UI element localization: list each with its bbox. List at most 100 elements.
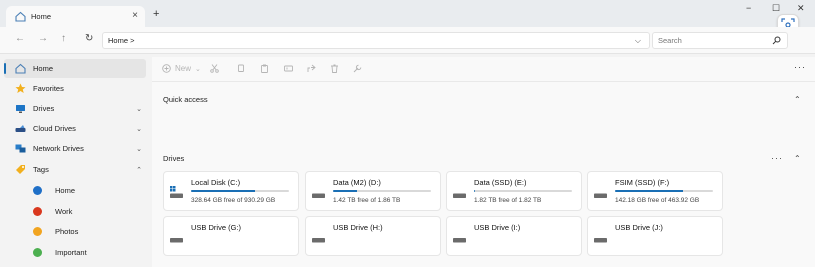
hard-drive-icon <box>594 193 607 198</box>
sidebar-item-home[interactable]: Home <box>4 59 146 78</box>
tag-color-dot <box>33 186 42 195</box>
tag-color-dot <box>33 227 42 236</box>
title-bar: Home × + − ☐ ✕ <box>0 0 815 27</box>
sidebar-tag-work[interactable]: Work <box>4 202 146 221</box>
drive-card-c[interactable]: Local Disk (C:) 328.64 GB free of 930.29… <box>163 171 299 211</box>
selection-indicator <box>4 63 6 74</box>
tag-label: Work <box>55 207 73 216</box>
trash-icon <box>331 64 338 73</box>
drive-card-g[interactable]: USB Drive (G:) <box>163 216 299 256</box>
sidebar-tag-photos[interactable]: Photos <box>4 222 146 241</box>
plus-circle-icon <box>162 64 171 73</box>
drive-usage-fill <box>333 190 357 192</box>
drive-usage-fill <box>191 190 255 192</box>
windows-drive-icon <box>170 186 183 198</box>
drive-card-h[interactable]: USB Drive (H:) <box>305 216 441 256</box>
tab-home[interactable]: Home × <box>6 6 145 27</box>
properties-button[interactable] <box>353 64 362 73</box>
cut-button[interactable] <box>210 64 219 73</box>
share-icon <box>307 64 316 72</box>
drive-name: FSIM (SSD) (F:) <box>615 178 670 187</box>
sidebar-item-cloud-drives[interactable]: Cloud Drives ⌄ <box>4 119 146 138</box>
paste-button[interactable] <box>260 64 269 73</box>
home-icon <box>15 63 26 74</box>
drive-card-d[interactable]: Data (M2) (D:) 1.42 TB free of 1.86 TB <box>305 171 441 211</box>
usb-drive-icon <box>312 238 325 243</box>
path-input[interactable]: Home > ⌵ <box>102 32 650 49</box>
close-window-button[interactable]: ✕ <box>797 3 805 14</box>
hard-drive-icon <box>312 193 325 198</box>
search-input[interactable]: Search <box>652 32 788 49</box>
more-options-button[interactable]: ··· <box>794 62 806 72</box>
drive-free-space: 142.18 GB free of 463.92 GB <box>615 197 700 204</box>
drive-card-e[interactable]: Data (SSD) (E:) 1.82 TB free of 1.82 TB <box>446 171 582 211</box>
tag-label: Home <box>55 186 76 195</box>
search-placeholder: Search <box>658 36 682 45</box>
copy-icon <box>238 64 244 72</box>
drive-card-f[interactable]: FSIM (SSD) (F:) 142.18 GB free of 463.92… <box>587 171 723 211</box>
drive-name: Data (SSD) (E:) <box>474 178 527 187</box>
delete-button[interactable] <box>330 64 339 73</box>
rename-button[interactable] <box>284 64 293 73</box>
chevron-up-icon[interactable]: ⌃ <box>794 95 801 104</box>
sidebar-tag-important[interactable]: Important <box>4 243 146 262</box>
search-icon[interactable] <box>772 36 781 47</box>
chevron-up-icon[interactable]: ⌃ <box>136 166 142 174</box>
up-button[interactable]: ↑ <box>61 33 66 44</box>
tab-close-button[interactable]: × <box>132 10 138 21</box>
sidebar-item-label: Drives <box>33 104 55 113</box>
drive-usage-fill <box>615 190 683 192</box>
drive-name: USB Drive (G:) <box>191 223 242 232</box>
home-icon <box>15 11 26 22</box>
hard-drive-icon <box>453 193 466 198</box>
drives-more-button[interactable]: ··· <box>771 153 783 163</box>
back-button[interactable]: ← <box>15 33 25 44</box>
sidebar-item-tags[interactable]: Tags ⌃ <box>4 160 146 179</box>
wrench-icon <box>353 64 362 73</box>
address-dropdown-icon[interactable]: ⌵ <box>635 36 641 46</box>
chevron-down-icon[interactable]: ⌄ <box>136 125 142 133</box>
network-icon <box>15 143 26 154</box>
tag-label: Important <box>55 248 87 257</box>
rename-icon <box>284 65 293 72</box>
drive-usage-bar <box>615 190 713 192</box>
tag-color-dot <box>33 207 42 216</box>
section-title-drives: Drives <box>163 154 185 163</box>
chevron-down-icon[interactable]: ⌄ <box>136 105 142 113</box>
refresh-button[interactable]: ↻ <box>85 33 93 44</box>
new-tab-button[interactable]: + <box>153 9 159 20</box>
star-icon <box>15 83 26 94</box>
sidebar-item-drives[interactable]: Drives ⌄ <box>4 99 146 118</box>
chevron-down-icon[interactable]: ⌄ <box>136 145 142 153</box>
paste-icon <box>261 64 268 73</box>
drive-usage-bar <box>474 190 572 192</box>
drive-name: USB Drive (H:) <box>333 223 383 232</box>
tag-icon <box>15 164 26 175</box>
tag-color-dot <box>33 248 42 257</box>
tag-label: Photos <box>55 227 79 236</box>
minimize-button[interactable]: − <box>746 3 751 13</box>
sidebar-tag-home[interactable]: Home <box>4 181 146 200</box>
drive-usage-bar <box>191 190 289 192</box>
drive-card-i[interactable]: USB Drive (I:) <box>446 216 582 256</box>
chevron-down-icon: ⌄ <box>195 65 201 73</box>
new-button[interactable]: New ⌄ <box>162 64 201 73</box>
usb-drive-icon <box>453 238 466 243</box>
sidebar-item-label: Favorites <box>33 84 64 93</box>
sidebar-item-favorites[interactable]: Favorites <box>4 79 146 98</box>
chevron-up-icon[interactable]: ⌃ <box>794 154 801 163</box>
sidebar-item-network-drives[interactable]: Network Drives ⌄ <box>4 139 146 158</box>
sidebar: Home Favorites Drives ⌄ Cloud Drives ⌄ N… <box>0 57 152 267</box>
cloud-drive-icon <box>15 123 26 134</box>
share-button[interactable] <box>307 64 316 73</box>
tab-title: Home <box>31 12 52 21</box>
sidebar-item-label: Tags <box>33 165 49 174</box>
drive-usage-bar <box>333 190 431 192</box>
copy-button[interactable] <box>236 64 245 73</box>
command-bar: New ⌄ ··· <box>152 57 815 82</box>
breadcrumb[interactable]: Home > <box>108 36 134 45</box>
drive-name: Local Disk (C:) <box>191 178 241 187</box>
forward-button[interactable]: → <box>38 33 48 44</box>
drive-card-j[interactable]: USB Drive (J:) <box>587 216 723 256</box>
maximize-button[interactable]: ☐ <box>772 3 780 14</box>
